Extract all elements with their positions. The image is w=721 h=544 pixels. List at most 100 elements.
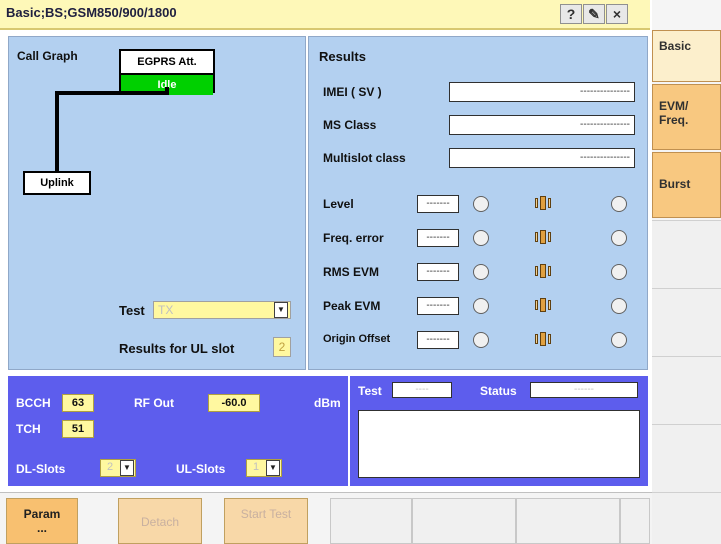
rf-out-unit: dBm	[314, 396, 341, 410]
meter-label: Level	[323, 197, 354, 211]
meter-row-origin-offset: Origin Offset -------	[309, 325, 649, 359]
settings-panel: BCCH 63 RF Out -60.0 dBm TCH 51 DL-Slots…	[8, 376, 348, 486]
meter-tick-right	[548, 334, 551, 344]
ul-slots-select[interactable]: 1 ▼	[246, 459, 282, 477]
tch-field[interactable]: 51	[62, 420, 94, 438]
meter-needle-icon	[540, 264, 546, 278]
tab-empty-3	[652, 356, 721, 424]
lower-limit-indicator-icon	[473, 332, 489, 348]
multislot-field: ---------------	[449, 148, 635, 168]
status-label: Status	[480, 384, 517, 398]
meter-row-rms-evm: RMS EVM -------	[309, 257, 649, 291]
upper-limit-indicator-icon	[611, 230, 627, 246]
param-sublabel: ...	[36, 521, 47, 535]
bcch-field[interactable]: 63	[62, 394, 94, 412]
tab-evm-freq[interactable]: EVM/ Freq.	[652, 84, 721, 150]
tab-empty-4	[652, 424, 721, 492]
status-field: ------	[530, 382, 638, 398]
message-area	[358, 410, 640, 478]
lower-limit-indicator-icon	[473, 298, 489, 314]
dl-slots-select[interactable]: 2 ▼	[100, 459, 136, 477]
status-test-label: Test	[358, 384, 382, 398]
status-test-field: ----	[392, 382, 452, 398]
softkey-empty-4[interactable]	[620, 498, 650, 544]
ul-slots-value: 1	[253, 461, 260, 473]
meter-row-level: Level -------	[309, 189, 649, 223]
rf-out-label: RF Out	[134, 396, 174, 410]
chevron-down-icon[interactable]: ▼	[266, 460, 280, 476]
results-panel: Results IMEI ( SV ) --------------- MS C…	[308, 36, 648, 370]
detach-button[interactable]: Detach	[118, 498, 202, 544]
lower-limit-indicator-icon	[473, 230, 489, 246]
meter-value: -------	[417, 263, 459, 281]
meter-tick-left	[535, 198, 538, 208]
meter-value: -------	[417, 229, 459, 247]
test-label: Test	[119, 303, 145, 318]
egprs-state-title: EGPRS Att.	[121, 51, 213, 75]
upper-limit-indicator-icon	[611, 332, 627, 348]
meter-row-peak-evm: Peak EVM -------	[309, 291, 649, 325]
dl-slots-value: 2	[107, 461, 114, 473]
meter-tick-right	[548, 300, 551, 310]
graph-line-vertical	[55, 91, 59, 175]
softkey-empty-3[interactable]	[516, 498, 620, 544]
meter-tick-right	[548, 198, 551, 208]
dl-slots-label: DL-Slots	[16, 462, 66, 476]
rf-out-field[interactable]: -60.0	[208, 394, 260, 412]
meter-tick-left	[535, 300, 538, 310]
ul-slot-label: Results for UL slot	[119, 341, 235, 356]
test-select-value: TX	[158, 303, 174, 317]
settings-icon[interactable]: ✎	[583, 4, 605, 24]
graph-line-horizontal	[55, 91, 167, 95]
imei-label: IMEI ( SV )	[323, 85, 382, 99]
results-title: Results	[319, 49, 366, 64]
test-select[interactable]: TX ▼	[153, 301, 291, 319]
meter-value: -------	[417, 331, 459, 349]
meter-tick-left	[535, 232, 538, 242]
meter-tick-left	[535, 334, 538, 344]
help-icon[interactable]: ?	[560, 4, 582, 24]
meter-needle-icon	[540, 196, 546, 210]
param-label: Param	[23, 507, 61, 521]
meter-needle-icon	[540, 230, 546, 244]
right-tab-column: Basic EVM/ Freq. Burst	[652, 0, 721, 544]
ul-slots-label: UL-Slots	[176, 462, 226, 476]
call-graph-panel: Call Graph EGPRS Att. Idle Uplink Test T…	[8, 36, 306, 370]
multislot-label: Multislot class	[323, 151, 406, 165]
ul-slot-value[interactable]: 2	[273, 337, 291, 357]
chevron-down-icon[interactable]: ▼	[120, 460, 134, 476]
meter-label: Peak EVM	[323, 299, 381, 313]
chevron-down-icon[interactable]: ▼	[274, 302, 288, 318]
window-title: Basic;BS;GSM850/900/1800	[6, 5, 177, 20]
graph-line-stub	[165, 87, 169, 95]
meter-tick-right	[548, 266, 551, 276]
meter-value: -------	[417, 195, 459, 213]
meter-row-freq-error: Freq. error -------	[309, 223, 649, 257]
meters: Level ------- Freq. error ------- RMS EV…	[309, 189, 649, 369]
meter-tick-left	[535, 266, 538, 276]
lower-limit-indicator-icon	[473, 264, 489, 280]
title-bar: Basic;BS;GSM850/900/1800 ? ✎ ×	[0, 0, 650, 30]
tch-label: TCH	[16, 422, 41, 436]
meter-value: -------	[417, 297, 459, 315]
tab-empty-2	[652, 288, 721, 356]
meter-tick-right	[548, 232, 551, 242]
call-graph-label: Call Graph	[17, 49, 78, 63]
bcch-label: BCCH	[16, 396, 51, 410]
meter-label: RMS EVM	[323, 265, 380, 279]
meter-needle-icon	[540, 298, 546, 312]
ms-class-label: MS Class	[323, 118, 377, 132]
start-test-button[interactable]: Start Test	[224, 498, 308, 544]
meter-label: Freq. error	[323, 231, 384, 245]
param-button[interactable]: Param ...	[6, 498, 78, 544]
upper-limit-indicator-icon	[611, 196, 627, 212]
status-panel: Test ---- Status ------	[350, 376, 648, 486]
tab-basic[interactable]: Basic	[652, 30, 721, 82]
tab-burst[interactable]: Burst	[652, 152, 721, 218]
softkey-empty-2[interactable]	[412, 498, 516, 544]
softkey-empty-1[interactable]	[330, 498, 412, 544]
ms-class-field: ---------------	[449, 115, 635, 135]
close-icon[interactable]: ×	[606, 4, 628, 24]
upper-limit-indicator-icon	[611, 298, 627, 314]
meter-needle-icon	[540, 332, 546, 346]
